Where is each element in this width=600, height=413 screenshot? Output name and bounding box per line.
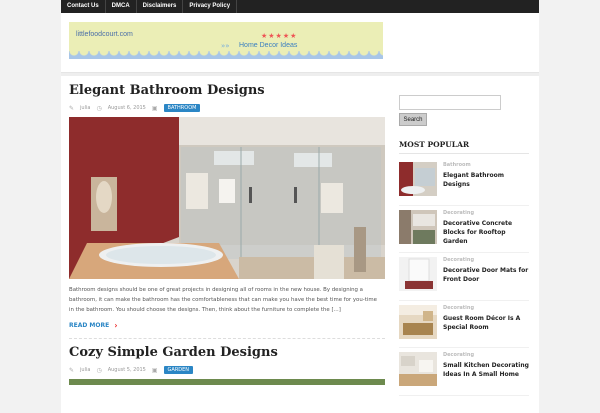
folder-icon: ▣ [151,366,158,374]
post-thumbnail[interactable] [399,209,437,244]
header-divider [61,73,539,76]
clock-icon: ◷ [96,104,102,112]
most-popular-heading: MOST POPULAR [399,140,529,154]
pencil-icon: ✎ [69,104,75,112]
post-category-badge[interactable]: BATHROOM [163,104,201,112]
site-logo-banner[interactable]: littlefoodcourt.com ★★★★★ »» Home Decor … [69,22,383,59]
list-item[interactable]: Bathroom Elegant Bathroom Designs [399,158,529,206]
site-header: littlefoodcourt.com ★★★★★ »» Home Decor … [61,13,539,73]
popular-post-text: Bathroom Elegant Bathroom Designs [443,162,529,205]
post-category-badge[interactable]: GARDEN [163,366,194,374]
banner-wave-decoration [69,51,383,59]
popular-post-category[interactable]: Decorating [443,352,529,358]
popular-post-title[interactable]: Decorative Concrete Blocks for Rooftop G… [443,219,529,246]
post-article: Elegant Bathroom Designs ✎ julia ◷ Augus… [69,83,385,330]
list-item[interactable]: Decorating Decorative Door Mats for Fron… [399,253,529,301]
popular-post-title[interactable]: Decorative Door Mats for Front Door [443,266,529,284]
popular-post-category[interactable]: Bathroom [443,162,529,168]
read-more-link[interactable]: READ MORE › [69,321,385,330]
popular-post-title[interactable]: Elegant Bathroom Designs [443,171,529,189]
post-featured-image[interactable] [69,379,385,385]
popular-post-text: Decorating Decorative Door Mats for Fron… [443,257,529,300]
post-author[interactable]: julia [80,105,90,111]
bathroom-illustration [69,117,385,279]
top-bar: Contact Us DMCA Disclaimers Privacy Poli… [61,0,539,13]
arrows-icon: »» [221,42,230,50]
search-input[interactable] [399,95,501,110]
popular-post-category[interactable]: Decorating [443,257,529,263]
post-excerpt: Bathroom designs should be one of great … [69,287,377,313]
popular-post-category[interactable]: Decorating [443,210,529,216]
read-more-label: READ MORE [69,322,110,329]
main-content: Elegant Bathroom Designs ✎ julia ◷ Augus… [69,83,385,385]
post-article: Cozy Simple Garden Designs ✎ julia ◷ Aug… [69,345,385,385]
post-date: August 5, 2015 [107,367,146,373]
post-date: August 6, 2015 [107,105,146,111]
folder-icon: ▣ [151,104,158,112]
list-item[interactable]: Decorating Small Kitchen Decorating Idea… [399,348,529,396]
nav-contact-us[interactable]: Contact Us [61,0,106,13]
post-title[interactable]: Elegant Bathroom Designs [69,83,385,98]
popular-post-category[interactable]: Decorating [443,305,529,311]
nav-privacy-policy[interactable]: Privacy Policy [183,0,238,13]
nav-dmca[interactable]: DMCA [106,0,137,13]
search-button[interactable]: Search [399,113,427,126]
list-item[interactable]: Decorating Guest Room Décor Is A Special… [399,301,529,348]
popular-post-title[interactable]: Guest Room Décor Is A Special Room [443,314,529,332]
post-featured-image[interactable] [69,117,385,279]
site-name: littlefoodcourt.com [76,31,133,38]
clock-icon: ◷ [96,366,102,374]
post-thumbnail[interactable] [399,257,437,291]
post-thumbnail[interactable] [399,162,437,196]
rating-stars: ★★★★★ [261,32,298,40]
popular-post-text: Decorating Guest Room Décor Is A Special… [443,305,529,348]
nav-disclaimers[interactable]: Disclaimers [137,0,184,13]
post-divider [69,338,385,339]
post-meta: ✎ julia ◷ August 5, 2015 ▣ GARDEN [69,366,385,374]
pencil-icon: ✎ [69,366,75,374]
sidebar: Search MOST POPULAR Bathroom Elegant Bat… [399,95,529,396]
post-thumbnail[interactable] [399,304,437,339]
post-thumbnail[interactable] [399,352,437,386]
popular-post-text: Decorating Decorative Concrete Blocks fo… [443,210,529,253]
post-meta: ✎ julia ◷ August 6, 2015 ▣ BATHROOM [69,104,385,112]
post-author[interactable]: julia [80,367,90,373]
site-container: littlefoodcourt.com ★★★★★ »» Home Decor … [61,13,539,413]
top-nav: Contact Us DMCA Disclaimers Privacy Poli… [61,0,539,13]
post-title[interactable]: Cozy Simple Garden Designs [69,345,385,360]
list-item[interactable]: Decorating Decorative Concrete Blocks fo… [399,206,529,253]
popular-posts-list: Bathroom Elegant Bathroom Designs Decora… [399,158,529,396]
popular-post-text: Decorating Small Kitchen Decorating Idea… [443,352,529,395]
chevron-right-icon: › [114,321,118,330]
site-tagline: Home Decor Ideas [239,42,298,49]
popular-post-title[interactable]: Small Kitchen Decorating Ideas In A Smal… [443,361,529,379]
